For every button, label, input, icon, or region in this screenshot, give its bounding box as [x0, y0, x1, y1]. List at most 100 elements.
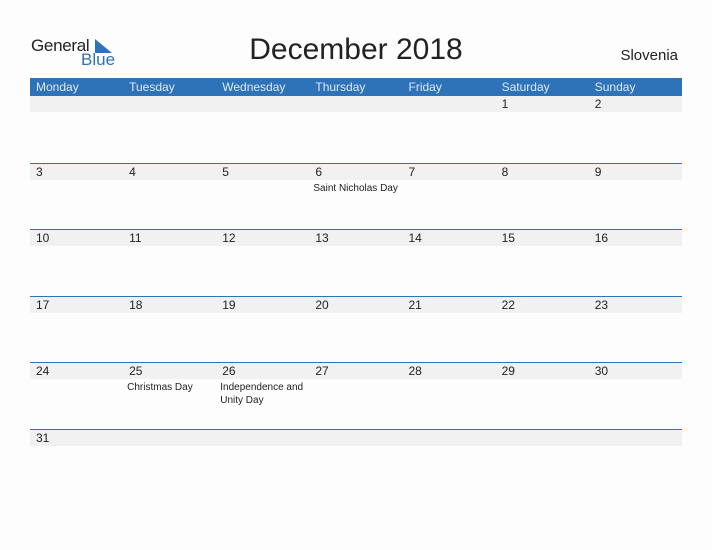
- day-cell: 22: [495, 297, 589, 363]
- day-number: 10: [30, 230, 124, 246]
- day-cell: [402, 430, 496, 446]
- day-cell: 13: [309, 230, 403, 296]
- day-cell: 14: [402, 230, 496, 296]
- day-number: 25: [123, 363, 217, 379]
- day-cell: 9: [588, 164, 682, 230]
- day-number: [216, 96, 310, 112]
- day-cell: 5: [216, 164, 310, 230]
- day-cell: 7: [402, 164, 496, 230]
- day-number: 8: [495, 164, 589, 180]
- day-cell: 23: [588, 297, 682, 363]
- week-row: 17 18 19 20 21 22 23: [30, 296, 682, 363]
- day-cell: 21: [402, 297, 496, 363]
- day-number: [402, 96, 496, 112]
- day-number: 30: [588, 363, 682, 379]
- day-number: 21: [402, 297, 496, 313]
- day-number: [309, 96, 403, 112]
- page-title: December 2018: [249, 33, 463, 66]
- day-cell: [309, 96, 403, 162]
- day-number: 16: [588, 230, 682, 246]
- day-number: [123, 96, 217, 112]
- weekday-header: Monday Tuesday Wednesday Thursday Friday…: [30, 78, 682, 96]
- day-number: [402, 430, 496, 446]
- day-number: [30, 96, 124, 112]
- day-cell: [216, 430, 310, 446]
- holiday-label: Saint Nicholas Day: [313, 183, 398, 194]
- day-number: 15: [495, 230, 589, 246]
- day-cell: [588, 430, 682, 446]
- day-number: 7: [402, 164, 496, 180]
- day-cell: 28: [402, 363, 496, 429]
- day-cell: [216, 96, 310, 162]
- day-cell: 20: [309, 297, 403, 363]
- day-cell: 17: [30, 297, 124, 363]
- week-row: 3 4 5 6 Saint Nicholas Day 7 8 9: [30, 163, 682, 230]
- day-cell: 19: [216, 297, 310, 363]
- weekday-tuesday: Tuesday: [129, 80, 175, 94]
- holiday-label: Independence and Unity Day: [220, 382, 304, 406]
- weekday-sunday: Sunday: [594, 80, 636, 94]
- day-number: 9: [588, 164, 682, 180]
- day-cell: [402, 96, 496, 162]
- day-number: [123, 430, 217, 446]
- weekday-saturday: Saturday: [501, 80, 550, 94]
- day-cell: 29: [495, 363, 589, 429]
- day-number: 24: [30, 363, 124, 379]
- day-number: [588, 430, 682, 446]
- day-cell: 4: [123, 164, 217, 230]
- day-cell: 12: [216, 230, 310, 296]
- day-number: 3: [30, 164, 124, 180]
- day-number: 19: [216, 297, 310, 313]
- day-cell: 8: [495, 164, 589, 230]
- country-label: Slovenia: [620, 47, 678, 64]
- day-number: 22: [495, 297, 589, 313]
- day-cell: 3: [30, 164, 124, 230]
- day-cell: [30, 96, 124, 162]
- day-number: [309, 430, 403, 446]
- week-row: 24 25 Christmas Day 26 Independence and Unit…: [30, 362, 682, 429]
- day-number: 20: [309, 297, 403, 313]
- weekday-monday: Monday: [36, 80, 79, 94]
- week-row: 12: [30, 96, 682, 162]
- day-cell: [495, 430, 589, 446]
- day-number: 6: [309, 164, 403, 180]
- day-cell: 24: [30, 363, 124, 429]
- day-number: 11: [123, 230, 217, 246]
- week-row: 10 11 12 13 14 15 16: [30, 229, 682, 296]
- day-cell: [123, 430, 217, 446]
- day-cell: 11: [123, 230, 217, 296]
- day-number: 4: [123, 164, 217, 180]
- day-number: 12: [216, 230, 310, 246]
- day-cell: 26 Independence and Unity Day: [216, 363, 310, 429]
- day-cell: 27: [309, 363, 403, 429]
- day-number: [216, 430, 310, 446]
- day-number: 27: [309, 363, 403, 379]
- day-cell: 10: [30, 230, 124, 296]
- day-number: 1: [495, 96, 589, 112]
- day-number: 31: [30, 430, 124, 446]
- holiday-label: Christmas Day: [127, 382, 193, 393]
- day-cell: [123, 96, 217, 162]
- day-number: 26: [216, 363, 310, 379]
- day-number: 2: [588, 96, 682, 112]
- day-cell: 1: [495, 96, 589, 162]
- weekday-friday: Friday: [408, 80, 442, 94]
- day-number: 28: [402, 363, 496, 379]
- day-cell: 31: [30, 430, 124, 446]
- week-row: 31: [30, 429, 682, 446]
- day-number: 5: [216, 164, 310, 180]
- day-number: 23: [588, 297, 682, 313]
- day-number: 17: [30, 297, 124, 313]
- day-cell: 18: [123, 297, 217, 363]
- day-number: 14: [402, 230, 496, 246]
- day-cell: 16: [588, 230, 682, 296]
- day-number: 13: [309, 230, 403, 246]
- day-cell: 30: [588, 363, 682, 429]
- day-cell: 15: [495, 230, 589, 296]
- day-cell: 2: [588, 96, 682, 162]
- day-cell: [309, 430, 403, 446]
- weekday-thursday: Thursday: [315, 80, 366, 94]
- day-number: 29: [495, 363, 589, 379]
- weekday-wednesday: Wednesday: [222, 80, 286, 94]
- day-number: 18: [123, 297, 217, 313]
